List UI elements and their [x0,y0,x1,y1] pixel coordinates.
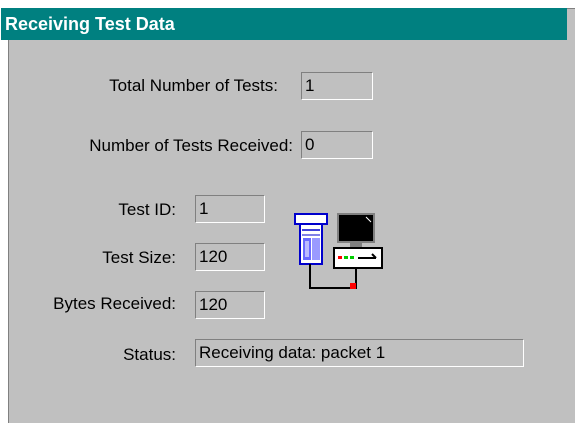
total-tests-field: 1 [301,72,373,100]
device-to-computer-transfer-icon [288,208,384,300]
title-bar: Receiving Test Data [1,8,567,40]
test-id-label: Test ID: [118,200,176,219]
bytes-received-label: Bytes Received: [53,294,176,313]
bytes-received-field: 120 [195,291,265,319]
test-size-field: 120 [195,243,265,271]
test-size-label: Test Size: [102,248,176,267]
status-label: Status: [123,345,176,364]
total-tests-label: Total Number of Tests: [109,76,278,95]
tests-received-field: 0 [301,131,373,159]
tests-received-label: Number of Tests Received: [89,136,293,155]
status-field: Receiving data: packet 1 [195,339,524,367]
dialog-title: Receiving Test Data [5,14,175,34]
test-id-field: 1 [195,195,265,223]
